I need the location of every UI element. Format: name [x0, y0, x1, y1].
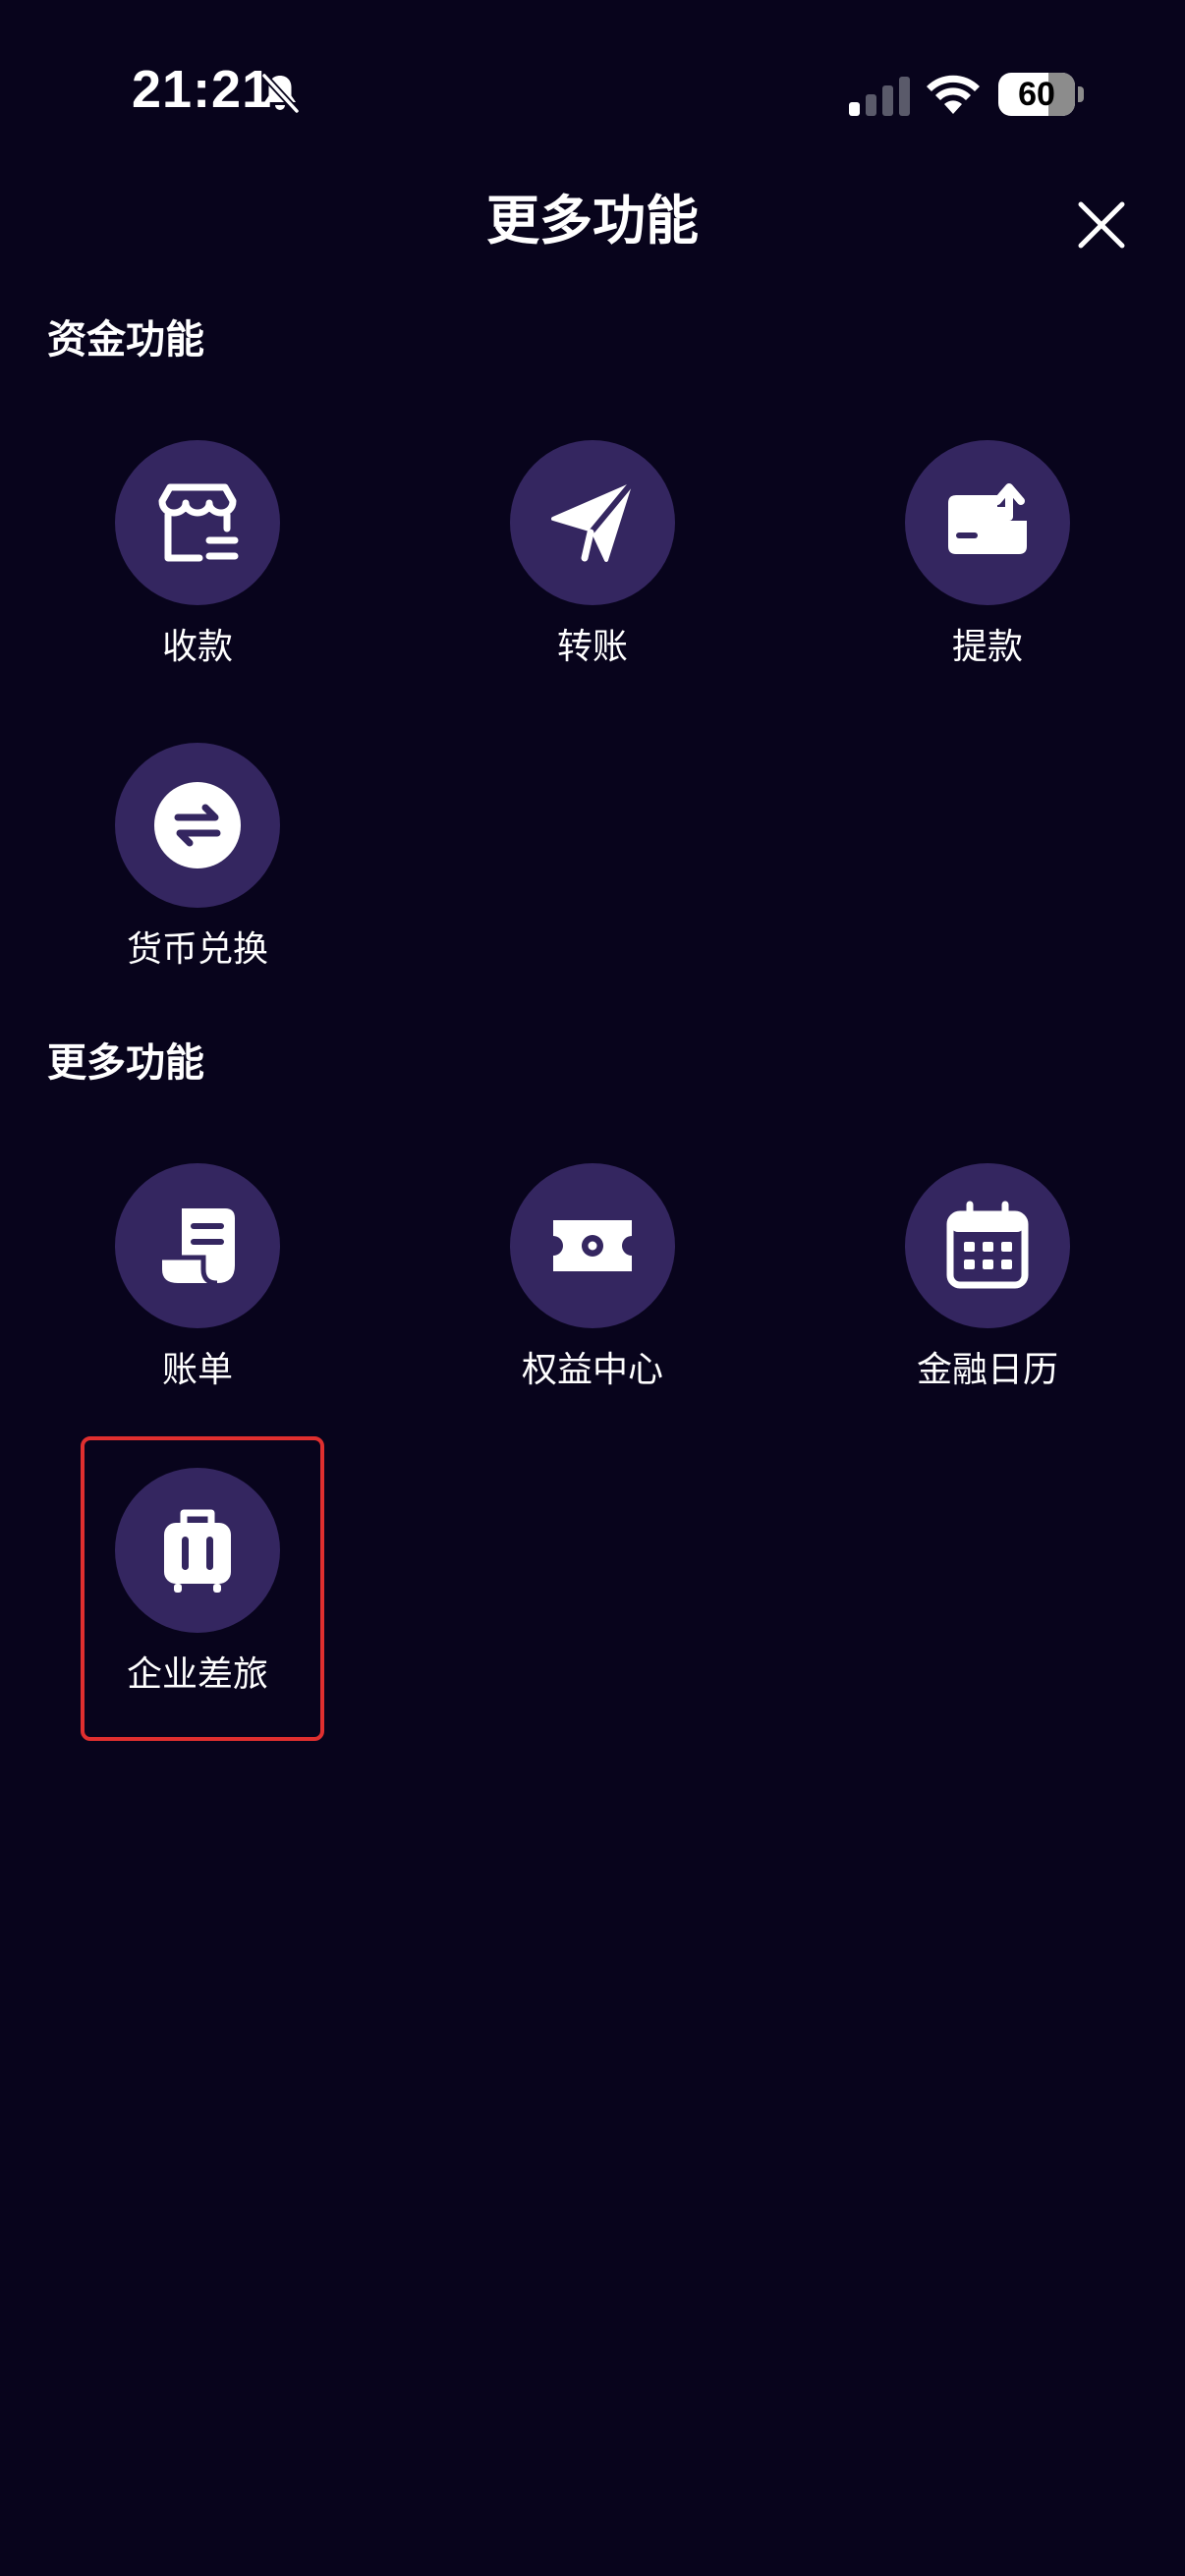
- exchange-arrows-icon: [154, 782, 241, 868]
- tile-withdraw[interactable]: 提款: [840, 440, 1135, 735]
- battery-level: 60: [1018, 76, 1055, 113]
- icon-circle: [905, 1163, 1070, 1328]
- more-functions-screen: 21:21 60 更多功能 资金功能 收款 转账 提款 货币兑换 更多功能 账单…: [0, 0, 1185, 2576]
- tile-label: 收款: [161, 627, 233, 667]
- tile-business-travel[interactable]: 企业差旅: [50, 1468, 345, 1763]
- withdraw-card-icon: [948, 483, 1027, 554]
- tile-label: 货币兑换: [126, 929, 268, 970]
- tile-currency-exchange[interactable]: 货币兑换: [50, 743, 345, 1037]
- tile-label: 企业差旅: [126, 1654, 268, 1695]
- signal-icon: [849, 77, 910, 116]
- status-time: 21:21: [132, 60, 273, 119]
- icon-circle: [115, 1163, 280, 1328]
- icon-circle: [905, 440, 1070, 605]
- wifi-icon: [927, 75, 980, 114]
- ticket-icon: [553, 1220, 632, 1271]
- icon-circle: [115, 743, 280, 908]
- tile-benefits-center[interactable]: 权益中心: [445, 1163, 740, 1458]
- calendar-icon: [946, 1201, 1029, 1289]
- suitcase-icon: [164, 1509, 231, 1593]
- paper-plane-icon: [551, 482, 633, 562]
- tile-transfer[interactable]: 转账: [445, 440, 740, 735]
- section-title-funds: 资金功能: [47, 317, 204, 363]
- tile-label: 转账: [556, 627, 628, 667]
- tile-label: 账单: [161, 1350, 233, 1390]
- icon-circle: [115, 1468, 280, 1633]
- icon-circle: [510, 440, 675, 605]
- icon-circle: [510, 1163, 675, 1328]
- bell-slash-icon: [261, 73, 300, 114]
- bill-scroll-icon: [162, 1208, 235, 1286]
- tile-label: 金融日历: [916, 1350, 1058, 1390]
- tile-receive[interactable]: 收款: [50, 440, 345, 735]
- battery-icon: 60: [998, 73, 1075, 116]
- tile-label: 提款: [951, 627, 1023, 667]
- icon-circle: [115, 440, 280, 605]
- tile-finance-calendar[interactable]: 金融日历: [840, 1163, 1135, 1458]
- store-receive-icon: [158, 483, 239, 562]
- page-title: 更多功能: [486, 190, 699, 252]
- close-icon[interactable]: [1069, 193, 1134, 257]
- tile-label: 权益中心: [521, 1350, 663, 1390]
- battery-tip: [1078, 86, 1084, 102]
- section-title-more: 更多功能: [47, 1040, 204, 1086]
- tile-bill[interactable]: 账单: [50, 1163, 345, 1458]
